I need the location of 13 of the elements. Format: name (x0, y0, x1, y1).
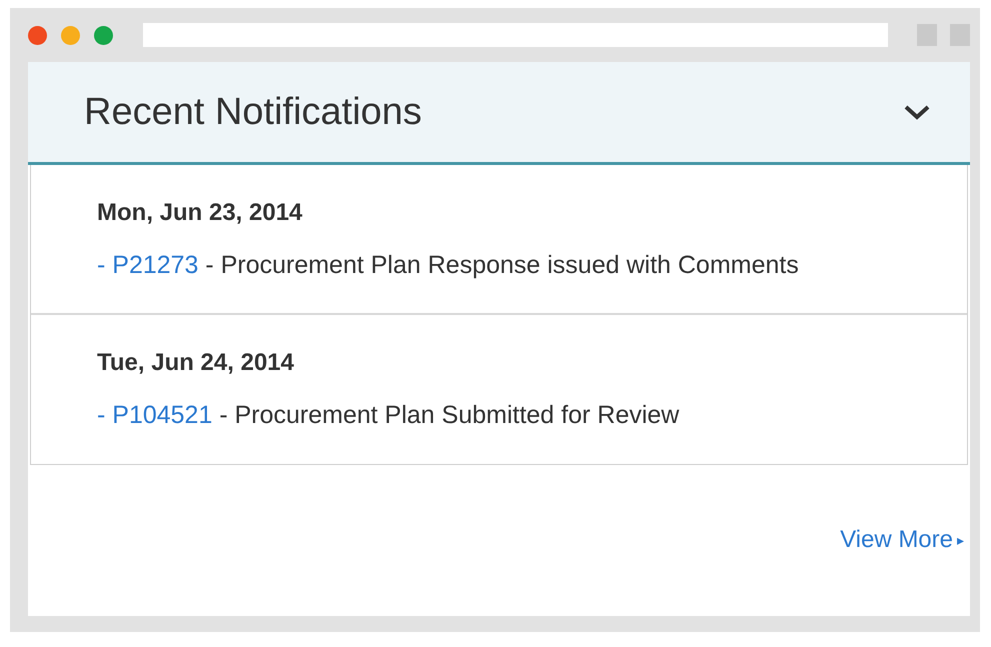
notification-date: Mon, Jun 23, 2014 (97, 199, 304, 227)
square-icon (950, 24, 970, 46)
panel-title: Recent Notifications (84, 90, 422, 134)
view-more-link[interactable]: View More ▸ (840, 526, 964, 554)
maximize-dot[interactable] (94, 26, 113, 44)
notification-message: - P21273 - Procurement Plan Response issued with Comments (97, 250, 800, 281)
square-icon (917, 24, 937, 46)
plan-link[interactable]: - P21273 (97, 251, 198, 279)
close-dot[interactable] (28, 26, 47, 44)
plan-link[interactable]: - P104521 (97, 401, 212, 430)
notification-date: Tue, Jun 24, 2014 (97, 349, 295, 378)
notification-message: - P104521 - Procurement Plan Submitted for Review (97, 400, 680, 432)
minimize-dot[interactable] (61, 26, 80, 44)
